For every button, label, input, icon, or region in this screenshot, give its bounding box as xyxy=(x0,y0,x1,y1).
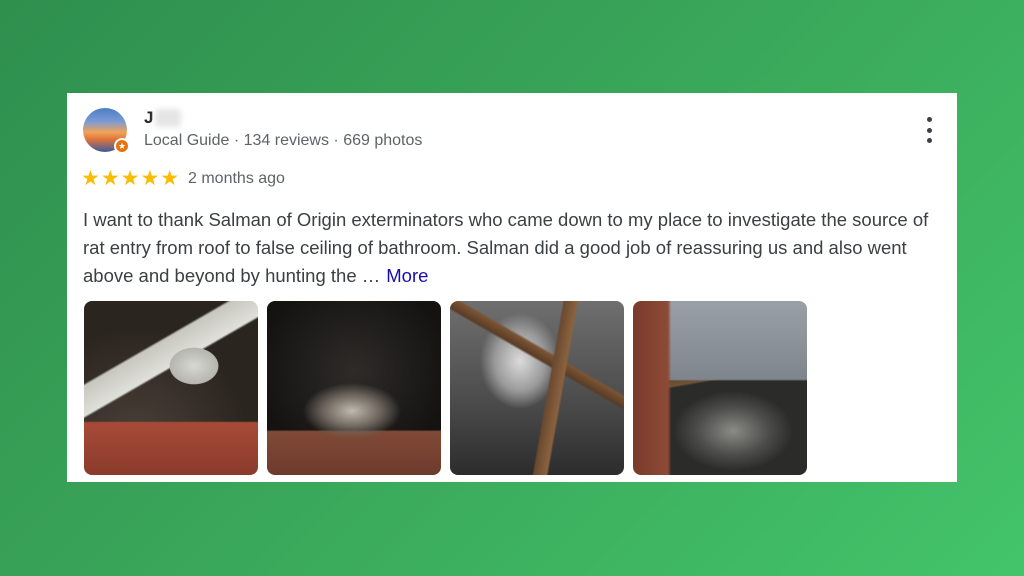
review-photo-1[interactable] xyxy=(84,301,258,475)
review-time: 2 months ago xyxy=(188,170,285,187)
review-photo-4[interactable] xyxy=(633,301,807,475)
more-options-icon[interactable] xyxy=(917,117,941,143)
review-text-block: I want to thank Salman of Origin extermi… xyxy=(83,206,933,290)
author-meta: Local Guide · 134 reviews · 669 photos xyxy=(144,132,423,149)
rating-stars: ★★★★★ xyxy=(81,166,181,190)
review-card: ★ J Local Guide · 134 reviews · 669 phot… xyxy=(67,93,957,482)
author-name[interactable]: J xyxy=(144,108,153,128)
review-photo-3[interactable] xyxy=(450,301,624,475)
review-text: I want to thank Salman of Origin extermi… xyxy=(83,209,929,286)
more-link[interactable]: More xyxy=(386,265,428,286)
author-name-redaction xyxy=(155,109,181,127)
local-guide-badge-icon: ★ xyxy=(114,138,130,154)
review-photo-2[interactable] xyxy=(267,301,441,475)
avatar[interactable]: ★ xyxy=(83,108,130,154)
